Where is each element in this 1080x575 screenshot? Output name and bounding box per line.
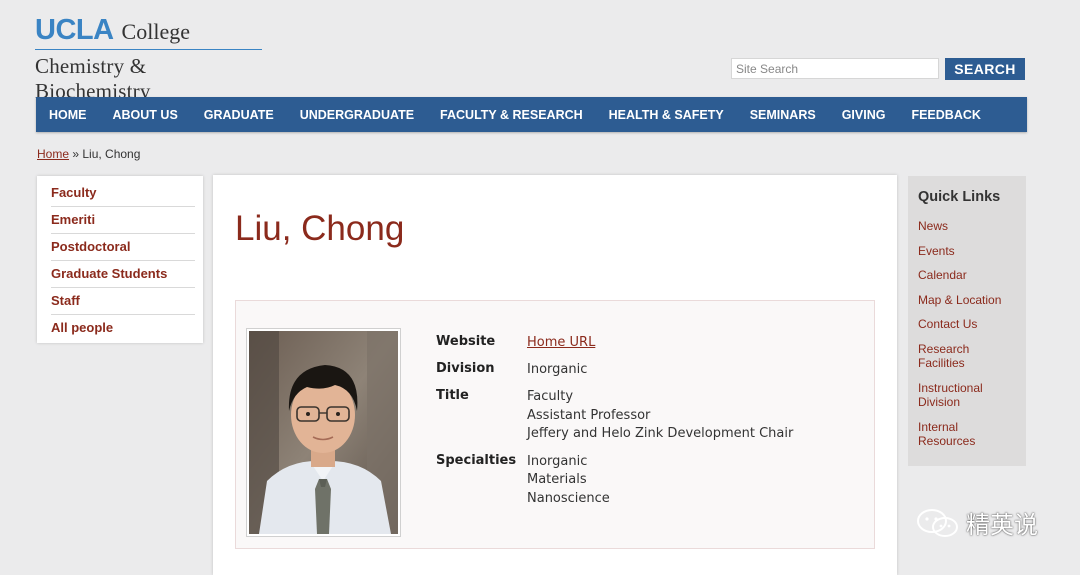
main-content: Liu, Chong Website Home URL Division Ino…: [213, 175, 897, 575]
title-values: Faculty Assistant Professor Jeffery and …: [527, 388, 793, 444]
website-label: Website: [436, 334, 496, 349]
search-button[interactable]: SEARCH: [945, 58, 1025, 80]
page-title: Liu, Chong: [235, 209, 405, 248]
nav-item-giving[interactable]: GIVING: [842, 108, 886, 122]
title-value: Jeffery and Helo Zink Development Chair: [527, 426, 794, 441]
nav-item-seminars[interactable]: SEMINARS: [750, 108, 816, 122]
wechat-watermark: 精英说: [916, 505, 1038, 540]
nav-item-graduate[interactable]: GRADUATE: [204, 108, 274, 122]
detail-row-website: Website Home URL: [436, 334, 793, 352]
breadcrumb-home-link[interactable]: Home: [37, 147, 69, 161]
title-label: Title: [436, 388, 469, 403]
profile-photo: [246, 328, 401, 537]
nav-item-home[interactable]: HOME: [49, 108, 87, 122]
sidebar-item-staff[interactable]: Staff: [51, 288, 195, 315]
main-navigation: HOME ABOUT US GRADUATE UNDERGRADUATE FAC…: [36, 97, 1027, 132]
breadcrumb: Home » Liu, Chong: [37, 147, 140, 161]
sidebar-item-faculty[interactable]: Faculty: [51, 180, 195, 207]
specialties-values: Inorganic Materials Nanoscience: [527, 453, 610, 509]
nav-item-health-safety[interactable]: HEALTH & SAFETY: [609, 108, 724, 122]
ucla-college-logo[interactable]: UCLA College Chemistry & Biochemistry: [35, 14, 265, 104]
quick-link-calendar[interactable]: Calendar: [918, 268, 1016, 283]
quick-links-heading: Quick Links: [918, 189, 1001, 205]
detail-row-title: Title Faculty Assistant Professor Jeffer…: [436, 388, 793, 444]
title-value: Faculty: [527, 389, 574, 404]
profile-details: Website Home URL Division Inorganic Titl…: [436, 334, 793, 517]
sidebar-item-graduate-students[interactable]: Graduate Students: [51, 261, 195, 288]
quick-link-instructional-division[interactable]: Instructional Division: [918, 381, 1016, 410]
quick-links-panel: Quick Links News Events Calendar Map & L…: [908, 176, 1026, 466]
watermark-text: 精英说: [966, 511, 1038, 539]
quick-link-contact-us[interactable]: Contact Us: [918, 317, 1016, 332]
breadcrumb-separator: »: [69, 147, 83, 161]
quick-link-internal-resources[interactable]: Internal Resources: [918, 420, 1016, 449]
division-label: Division: [436, 361, 495, 376]
logo-ucla-text: UCLA: [35, 14, 114, 46]
division-value: Inorganic: [527, 362, 588, 377]
logo-divider: [35, 49, 262, 50]
sidebar-item-postdoctoral[interactable]: Postdoctoral: [51, 234, 195, 261]
nav-item-faculty-research[interactable]: FACULTY & RESEARCH: [440, 108, 583, 122]
nav-item-about-us[interactable]: ABOUT US: [113, 108, 178, 122]
people-sidebar: Faculty Emeriti Postdoctoral Graduate St…: [37, 176, 203, 343]
specialty-value: Materials: [527, 472, 587, 487]
specialty-value: Inorganic: [527, 453, 588, 469]
portrait-image: [249, 331, 398, 534]
quick-link-news[interactable]: News: [918, 219, 1016, 234]
profile-card: Website Home URL Division Inorganic Titl…: [235, 300, 875, 549]
home-url-link[interactable]: Home URL: [527, 335, 595, 350]
title-value: Assistant Professor: [527, 407, 651, 423]
quick-link-events[interactable]: Events: [918, 244, 1016, 259]
specialty-value: Nanoscience: [527, 490, 610, 506]
specialties-label: Specialties: [436, 452, 517, 468]
detail-row-specialties: Specialties Inorganic Materials Nanoscie…: [436, 453, 793, 509]
wechat-icon: [917, 508, 958, 537]
nav-item-feedback[interactable]: FEEDBACK: [911, 108, 980, 122]
sidebar-item-all-people[interactable]: All people: [51, 315, 195, 341]
quick-link-research-facilities[interactable]: Research Facilities: [918, 342, 1016, 371]
nav-item-undergraduate[interactable]: UNDERGRADUATE: [300, 108, 414, 122]
quick-link-map-location[interactable]: Map & Location: [918, 293, 1016, 308]
sidebar-item-emeriti[interactable]: Emeriti: [51, 207, 195, 234]
detail-row-division: Division Inorganic: [436, 361, 793, 379]
logo-college-text: College: [121, 19, 190, 44]
site-search-input[interactable]: [731, 58, 939, 79]
breadcrumb-current: Liu, Chong: [82, 147, 141, 161]
